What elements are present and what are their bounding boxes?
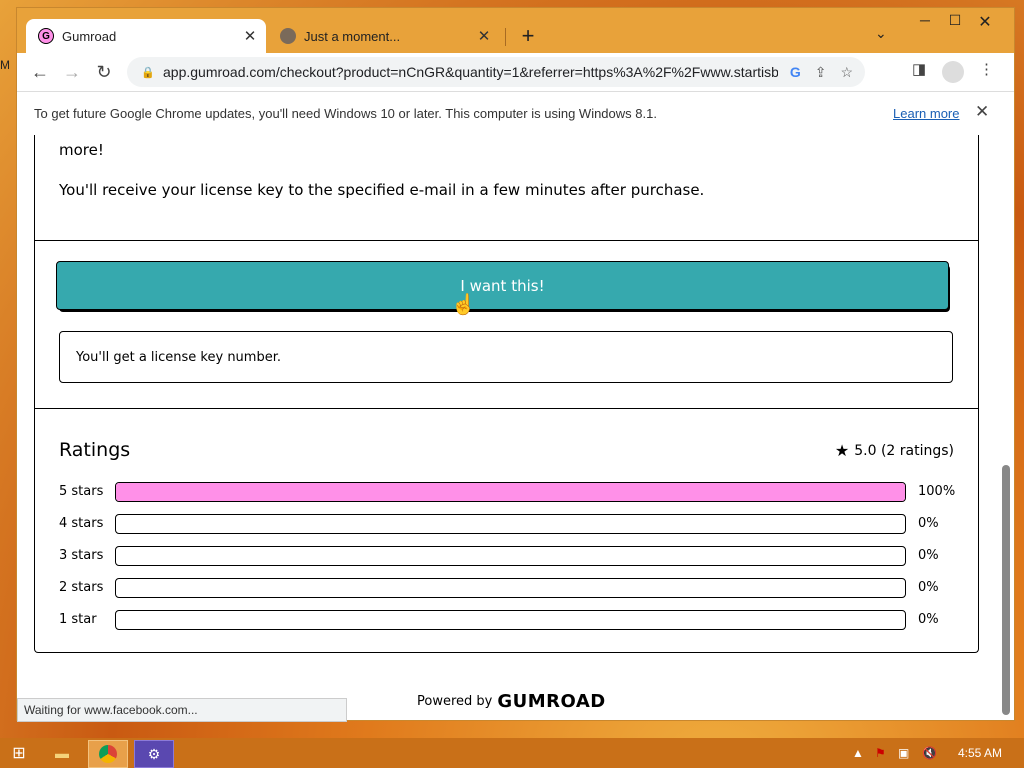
scrollbar-thumb[interactable] [1002, 465, 1010, 715]
ratings-title: Ratings [59, 439, 131, 461]
menu-kebab-icon[interactable]: ⋮ [979, 60, 994, 78]
address-bar[interactable]: 🔒 app.gumroad.com/checkout?product=nCnGR… [127, 57, 865, 87]
rating-row-label: 4 stars [59, 516, 104, 531]
file-explorer-icon[interactable]: ▬ [43, 740, 81, 766]
desktop-edge-text: M [0, 58, 10, 72]
browser-toolbar: ← → ↻ 🔒 app.gumroad.com/checkout?product… [17, 53, 1014, 91]
profile-avatar-icon[interactable] [942, 61, 964, 83]
new-tab-button[interactable]: + [515, 23, 541, 49]
minimize-button[interactable]: ─ [910, 12, 940, 28]
rating-bar-fill [116, 483, 905, 501]
description-text: You'll receive your license key to the s… [59, 181, 705, 199]
rating-bar [115, 546, 906, 566]
tab-strip: G Gumroad ✕ ● Just a moment... ✕ + ⌄ ─ ☐… [17, 8, 1014, 53]
gumroad-logo: GUMROAD [497, 691, 606, 712]
rating-row: 2 stars 0% [59, 578, 953, 598]
rating-bar [115, 514, 906, 534]
tray-chevron-icon[interactable]: ▲ [852, 746, 864, 760]
ratings-summary-text: 5.0 (2 ratings) [854, 442, 954, 459]
system-clock[interactable]: 4:55 AM [958, 746, 1002, 760]
tab-title: Just a moment... [304, 28, 401, 44]
reload-icon[interactable]: ↻ [91, 59, 117, 85]
ratings-summary: ★ 5.0 (2 ratings) [835, 441, 954, 460]
tab-just-a-moment[interactable]: ● Just a moment... ✕ [268, 19, 500, 53]
star-icon: ★ [834, 441, 850, 460]
close-infobar-icon[interactable]: ✕ [975, 102, 989, 122]
i-want-this-button[interactable]: I want this! [56, 261, 949, 310]
forward-icon[interactable]: → [59, 59, 85, 85]
rating-percent: 0% [918, 580, 939, 595]
network-icon[interactable]: ▣ [898, 746, 909, 760]
tab-gumroad[interactable]: G Gumroad ✕ [26, 19, 266, 53]
page-content: more! You'll receive your license key to… [17, 135, 997, 720]
tab-search-icon[interactable]: ⌄ [875, 25, 887, 42]
purchase-section: I want this! You'll get a license key nu… [34, 241, 979, 409]
rating-percent: 0% [918, 516, 939, 531]
rating-row-label: 1 star [59, 612, 97, 627]
side-panel-icon[interactable]: ◨ [912, 60, 926, 78]
rating-row-label: 5 stars [59, 484, 104, 499]
rating-row: 1 star 0% [59, 610, 953, 630]
browser-window: G Gumroad ✕ ● Just a moment... ✕ + ⌄ ─ ☐… [17, 8, 1014, 722]
description-text: more! [59, 141, 104, 159]
action-center-flag-icon[interactable]: ⚑ [875, 746, 886, 760]
license-note-box: You'll get a license key number. [59, 331, 953, 383]
rating-row-label: 3 stars [59, 548, 104, 563]
settings-app-icon[interactable]: ⚙ [134, 740, 174, 768]
rating-percent: 0% [918, 612, 939, 627]
globe-icon: ● [280, 28, 296, 44]
rating-percent: 100% [918, 484, 956, 499]
start-windows-icon[interactable]: ⊞ [0, 740, 38, 766]
license-note-text: You'll get a license key number. [76, 350, 281, 365]
powered-by-footer[interactable]: Powered by GUMROAD [417, 691, 606, 712]
rating-row: 4 stars 0% [59, 514, 953, 534]
status-bubble: Waiting for www.facebook.com... [17, 698, 347, 722]
page-scrollbar[interactable] [997, 135, 1014, 720]
close-tab-icon[interactable]: ✕ [240, 27, 260, 45]
rating-bar [115, 610, 906, 630]
rating-bar [115, 482, 906, 502]
infobar-message: To get future Google Chrome updates, you… [34, 106, 657, 121]
update-infobar: To get future Google Chrome updates, you… [17, 91, 1014, 136]
status-text: Waiting for www.facebook.com... [24, 703, 198, 717]
share-icon[interactable]: ⇪ [815, 64, 827, 81]
lock-icon: 🔒 [141, 66, 155, 79]
rating-row-label: 2 stars [59, 580, 104, 595]
close-window-button[interactable]: ✕ [970, 12, 1000, 32]
tab-divider [505, 28, 506, 46]
powered-by-text: Powered by [417, 694, 493, 709]
volume-muted-icon[interactable]: 🔇 [922, 746, 937, 760]
rating-row: 5 stars 100% [59, 482, 956, 502]
chrome-taskbar-icon[interactable] [88, 740, 128, 768]
maximize-button[interactable]: ☐ [940, 12, 970, 29]
close-tab-icon[interactable]: ✕ [474, 27, 494, 45]
rating-row: 3 stars 0% [59, 546, 953, 566]
ratings-section: Ratings ★ 5.0 (2 ratings) 5 stars 100% 4 s… [34, 409, 979, 653]
hand-cursor-icon: ☝ [451, 294, 476, 316]
tab-title: Gumroad [62, 28, 117, 44]
rating-percent: 0% [918, 548, 939, 563]
rating-bar [115, 578, 906, 598]
google-icon[interactable]: G [790, 64, 801, 81]
back-icon[interactable]: ← [27, 59, 53, 85]
product-description: more! You'll receive your license key to… [34, 135, 979, 241]
url-text[interactable]: app.gumroad.com/checkout?product=nCnGR&q… [163, 64, 778, 80]
gumroad-favicon-icon: G [38, 28, 54, 44]
learn-more-link[interactable]: Learn more [893, 106, 959, 121]
windows-taskbar: ⊞ ▬ ⚙ ▲ ⚑ ▣ 🔇 4:55 AM [0, 738, 1024, 768]
bookmark-star-icon[interactable]: ☆ [840, 64, 853, 81]
